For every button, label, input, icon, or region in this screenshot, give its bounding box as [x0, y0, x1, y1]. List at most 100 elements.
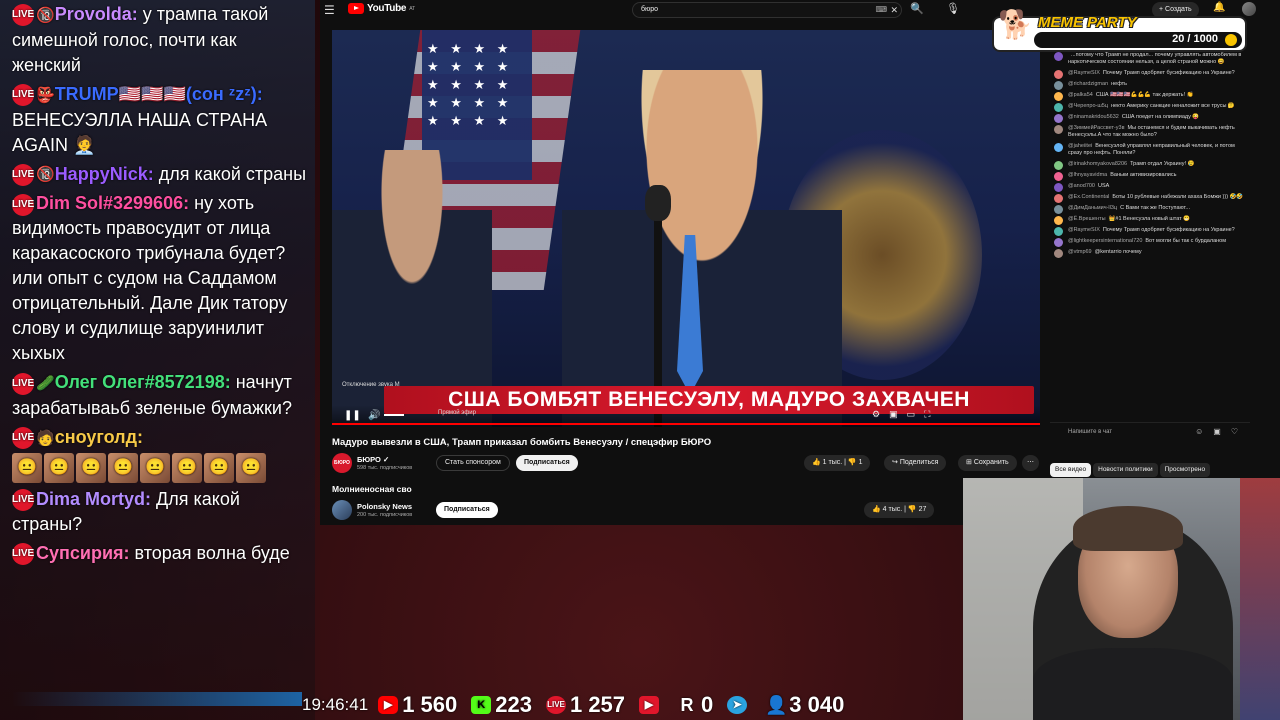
chat-author[interactable]: @Ex.Continental [1068, 194, 1109, 200]
filter-chip[interactable]: Все видео [1050, 463, 1092, 477]
second-channel-name[interactable]: Polonsky News [357, 502, 412, 511]
chat-author[interactable]: @Ё.Врешенты [1068, 216, 1106, 222]
live-chat-panel[interactable]: ...потому что Трамп не продал... почему … [1050, 50, 1250, 415]
live-chat-message: @lightkeepersinternational720 Вот могли б… [1050, 236, 1250, 247]
second-dislike-count: 27 [918, 506, 927, 513]
live-chat-message: ...потому что Трамп не продал... почему … [1050, 50, 1250, 68]
live-badge-icon: LIVE [12, 193, 34, 216]
chat-author[interactable]: @RaymeSIX [1068, 70, 1100, 76]
menu-icon[interactable]: ☰ [324, 3, 338, 17]
microphone-icon[interactable]: 🎙 [946, 2, 960, 15]
chat-avatar[interactable] [1054, 161, 1063, 170]
live-chat-message: @ЗиммейРассвет-у3в Мы останемся и будем в… [1050, 123, 1250, 141]
second-like-button[interactable]: 👍 4 тыс. | 👎 27 [864, 502, 935, 518]
chat-author[interactable]: @richardzigman [1068, 81, 1108, 87]
chat-avatar[interactable] [1054, 194, 1063, 203]
chat-author[interactable]: @vtmp69 [1068, 249, 1092, 255]
player-right-controls[interactable]: ⚙▣▭⛶ [872, 409, 939, 420]
filter-chip[interactable]: Просмотрено [1159, 463, 1211, 477]
chat-avatar[interactable] [1054, 216, 1063, 225]
chat-author[interactable]: @ЗиммейРассвет-у3в [1068, 125, 1125, 131]
chat-avatar[interactable] [1054, 143, 1063, 152]
chat-text: Трамп отдал Украину! 😢 [1130, 161, 1195, 167]
coin-icon [1225, 34, 1237, 46]
share-button[interactable]: ↪ Поделиться [884, 455, 947, 471]
youtube-window: ☰ YouTube AT бюро ⌨ ✕ 🔍 🎙 + Создать 🔔 ★ … [320, 0, 1280, 525]
channel-name[interactable]: БЮРО ✓ [357, 455, 389, 464]
second-subscribe-button[interactable]: Подписаться [436, 502, 498, 518]
user-badge-icon: 🥒 [36, 375, 55, 392]
chat-author[interactable]: @ninamakridou5632 [1068, 114, 1119, 120]
chat-avatar[interactable] [1054, 172, 1063, 181]
chat-avatar[interactable] [1054, 103, 1063, 112]
chat-author[interactable]: @RaymeSIX [1068, 227, 1100, 233]
subscribe-button[interactable]: Подписаться [516, 455, 578, 471]
chat-author[interactable]: @ДимДаньмич-ll3ц [1068, 205, 1117, 211]
like-button[interactable]: 👍 1 тыс. | 👎 1 [804, 455, 871, 471]
more-button[interactable]: ⋯ [1022, 455, 1039, 471]
chat-avatar[interactable] [1054, 249, 1063, 258]
emote-icon: 😐 [172, 452, 202, 483]
chat-avatar[interactable] [1054, 183, 1063, 192]
chat-avatar[interactable] [1054, 238, 1063, 247]
chat-author[interactable]: @jaheiitei [1068, 143, 1092, 149]
r-viewers: R0 [677, 692, 714, 718]
clear-search-icon[interactable]: ✕ [890, 3, 898, 17]
share-label: Поделиться [899, 459, 939, 466]
account-avatar[interactable] [1242, 2, 1256, 16]
channel-avatar[interactable]: БЮРО [332, 453, 352, 473]
notifications-bell-icon[interactable]: 🔔 [1213, 2, 1225, 13]
total-viewers: 👤 3 040 [765, 692, 844, 718]
chat-author[interactable]: @anod700 [1068, 183, 1095, 189]
emote-icon: 😐 [76, 452, 106, 483]
live-chat-message: @anod700 USA [1050, 181, 1250, 192]
like-count: 1 тыс. [822, 459, 843, 466]
sponsor-button[interactable]: Стать спонсором [436, 455, 510, 471]
stream-chat-message: LIVE 👺TRUMP🇺🇸🇺🇸🇺🇸(сон ᶻzᶻ): ВЕНЕСУЭЛЛА НА… [12, 82, 307, 158]
chat-author[interactable]: @irinakhomyakova8206 [1068, 161, 1127, 167]
volume-slider[interactable] [384, 414, 404, 416]
chat-text: США 🇺🇸🇺🇸🇺🇸💪💪💪 так держать! 👏 [1095, 92, 1194, 98]
emote-icon: 😐 [236, 452, 266, 483]
chat-avatar[interactable] [1054, 92, 1063, 101]
live-chat-message: @RaymeSIX Почему Трамп одобряет бусификац… [1050, 68, 1250, 79]
live-chat-message: @Черепро-ш5ц некто Америку санкцие ненало… [1050, 101, 1250, 112]
chat-author[interactable]: @palka54 [1068, 92, 1093, 98]
live-icon: LIVE [545, 696, 566, 714]
search-input[interactable]: бюро ⌨ ✕ [632, 2, 902, 18]
stream-clock: 19:46:41 [302, 695, 369, 714]
youtube-icon: ▶ [378, 696, 399, 714]
youtube-logo[interactable]: YouTube AT [348, 3, 415, 14]
chat-text: вторая волна буде [134, 542, 290, 563]
chat-author[interactable]: @lhnyayavidma [1068, 172, 1107, 178]
search-icon[interactable]: 🔍 [910, 2, 924, 15]
live-chat-message: @Ex.Continental Боты 10 рублевые набежали… [1050, 192, 1250, 203]
keyboard-icon[interactable]: ⌨ [875, 3, 887, 17]
live-viewers: LIVE 1 257 [545, 692, 625, 718]
live-indicator[interactable]: Прямой эфир [438, 410, 476, 416]
chat-avatar[interactable] [1054, 227, 1063, 236]
progress-bar[interactable] [332, 423, 1040, 425]
chat-text: Почему Трамп одобряет бусификацию на Укр… [1102, 70, 1235, 76]
chat-text: Боты 10 рублевые набежали ахаха Бомжи ))… [1112, 194, 1244, 200]
chat-avatar[interactable] [1054, 114, 1063, 123]
chat-avatar[interactable] [1054, 52, 1063, 61]
chat-avatar[interactable] [1054, 70, 1063, 79]
volume-icon[interactable]: 🔊 [368, 410, 380, 421]
live-chat-message: @jaheiitei Венесуэлой управлял неправильн… [1050, 141, 1250, 159]
total-viewer-count: 3 040 [789, 692, 845, 717]
chat-avatar[interactable] [1054, 125, 1063, 134]
video-player[interactable]: ★ ★ ★ ★ ★ ★ ★ ★ ★ ★ ★ ★ ★ ★ ★ ★ ★ ★ ★ ★ … [332, 30, 1040, 427]
second-channel-avatar[interactable] [332, 500, 352, 520]
chat-input[interactable]: Напишите в чат ☺▣♡ [1050, 422, 1250, 440]
chat-author[interactable]: @Черепро-ш5ц [1068, 103, 1108, 109]
pause-icon[interactable]: ❚❚ [344, 410, 361, 421]
user-badge-icon: 🧑 [36, 429, 55, 447]
chat-input-icons[interactable]: ☺▣♡ [1195, 423, 1248, 441]
save-button[interactable]: ⊞ Сохранить [958, 455, 1017, 471]
second-video-title[interactable]: Молниеносная сво [332, 484, 412, 494]
chat-avatar[interactable] [1054, 81, 1063, 90]
chat-avatar[interactable] [1054, 205, 1063, 214]
chat-author[interactable]: @lightkeepersinternational720 [1068, 238, 1142, 244]
filter-chip[interactable]: Новости политики [1093, 463, 1158, 477]
